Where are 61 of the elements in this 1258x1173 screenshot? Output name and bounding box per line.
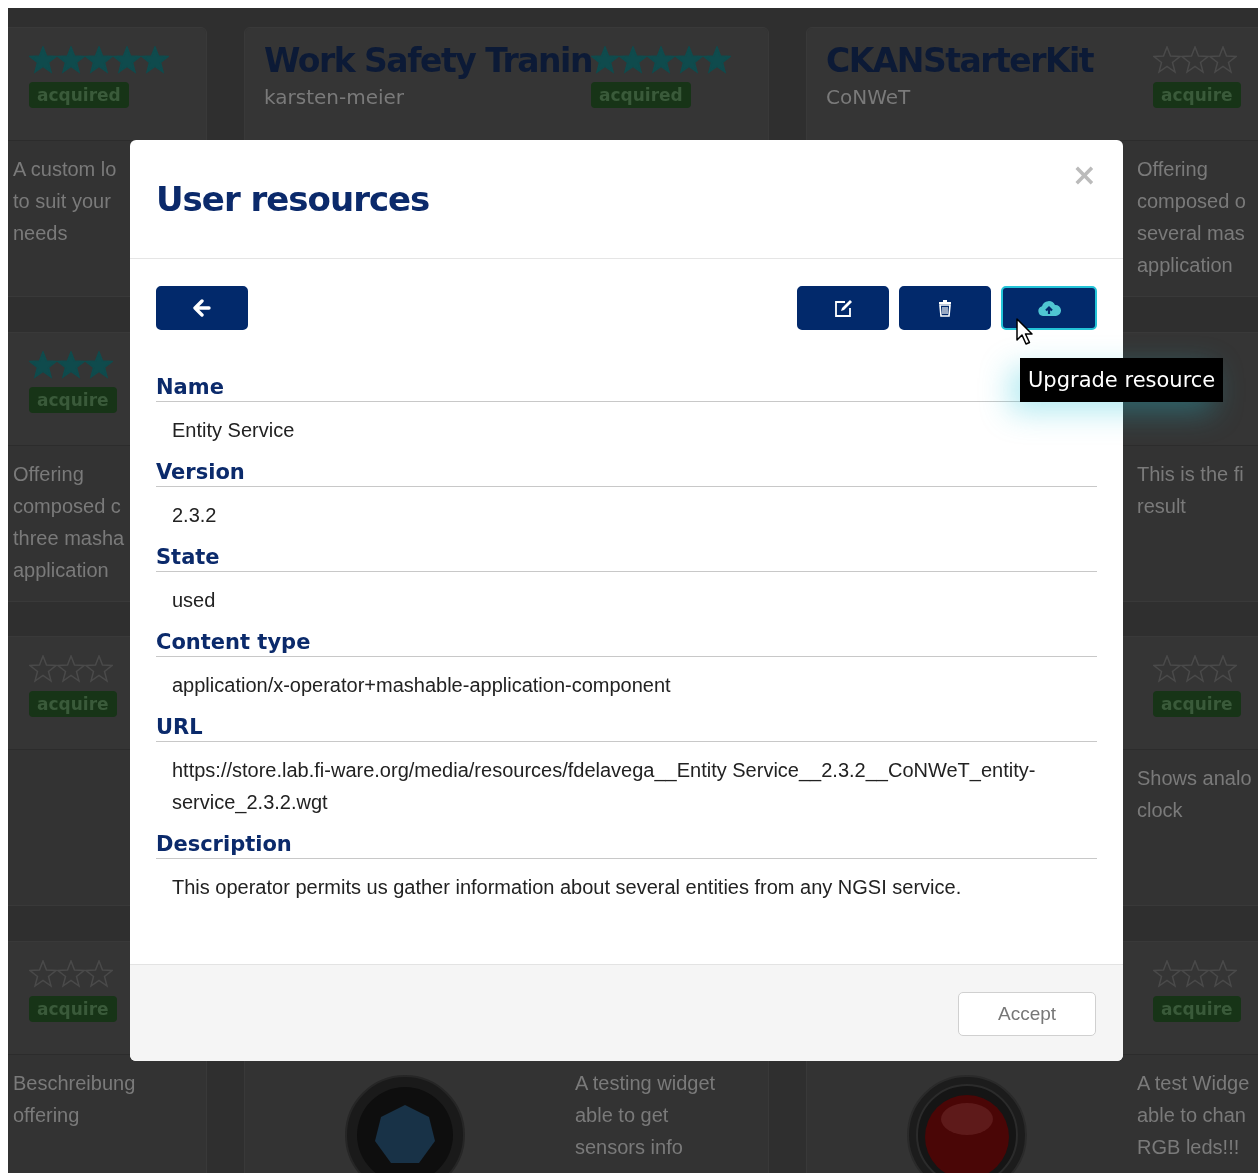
- upgrade-button[interactable]: [1001, 286, 1097, 330]
- filled-star-icon: [703, 46, 731, 74]
- filled-star-icon: [85, 350, 113, 379]
- field-value: This operator permits us gather information about several entities from any NGSI service.: [171, 875, 963, 900]
- filled-star-icon: [29, 350, 57, 379]
- accept-button[interactable]: Accept: [958, 992, 1096, 1036]
- description-line: to suit your: [13, 189, 112, 214]
- description-line: clock: [1137, 798, 1184, 823]
- description-line: needs: [13, 221, 69, 246]
- filled-star-icon: [29, 46, 57, 74]
- mouse-pointer-icon: [1015, 318, 1034, 346]
- description-line: composed c: [13, 493, 122, 519]
- filled-star-icon: [57, 350, 85, 379]
- description-line: result: [1137, 493, 1187, 519]
- filled-star-icon: [675, 46, 703, 74]
- description-line: offering: [13, 1102, 81, 1128]
- description-line: application: [13, 557, 110, 583]
- field-label: URL: [156, 713, 1097, 742]
- description-line: RGB leds!!!: [1137, 1134, 1241, 1160]
- edit-icon: [833, 298, 853, 318]
- filled-star-icon: [113, 46, 141, 74]
- description-line: Beschreibung: [13, 1070, 136, 1096]
- delete-button[interactable]: [899, 286, 991, 330]
- filled-star-icon: [591, 46, 619, 74]
- cloud-upload-icon: [1037, 299, 1061, 317]
- publisher-name: CoNWeT: [826, 84, 912, 111]
- filled-star-icon: [141, 46, 169, 74]
- trash-icon: [937, 299, 953, 317]
- description-line: application: [1137, 253, 1234, 278]
- field-value: https://store.lab.fi-ware.org/media/resources/fdelavega__Entity Service__2.3.2__CoNWeT_entity-service_2.3.2.wgt: [171, 758, 1037, 816]
- description-line: Shows analo: [1137, 766, 1252, 791]
- description-line: able to chan: [1137, 1102, 1247, 1128]
- filled-star-icon: [85, 46, 113, 74]
- edit-button[interactable]: [797, 286, 889, 330]
- description-line: A test Widge: [1137, 1070, 1250, 1096]
- publisher-name: karsten-meier: [264, 84, 406, 111]
- field-label: State: [156, 543, 1097, 572]
- field-value: Entity Service: [171, 418, 296, 443]
- description-line: Offering: [1137, 157, 1209, 182]
- description-line: three masha: [13, 525, 125, 551]
- back-button[interactable]: [156, 286, 248, 330]
- field-label: Version: [156, 458, 1097, 487]
- description-line: A testing widget: [575, 1070, 716, 1096]
- description-line: composed o: [1137, 189, 1246, 214]
- tooltip: Upgrade resource: [1020, 358, 1224, 402]
- field-label: Content type: [156, 628, 1097, 657]
- field-value: 2.3.2: [171, 503, 218, 528]
- field-label: Description: [156, 830, 1097, 859]
- filled-star-icon: [647, 46, 675, 74]
- description-line: sensors info: [575, 1134, 684, 1160]
- description-line: This is the fi: [1137, 461, 1244, 487]
- field-value: used: [171, 588, 217, 613]
- arrow-left-icon: [192, 299, 212, 317]
- filled-star-icon: [57, 46, 85, 74]
- description-line: able to get: [575, 1102, 670, 1128]
- description-line: Offering: [13, 461, 85, 487]
- field-value: application/x-operator+mashable-application-component: [171, 673, 672, 698]
- dialog-title: User resources: [156, 179, 430, 219]
- description-line: A custom lo: [13, 157, 117, 182]
- description-line: several mas: [1137, 221, 1246, 246]
- filled-star-icon: [619, 46, 647, 74]
